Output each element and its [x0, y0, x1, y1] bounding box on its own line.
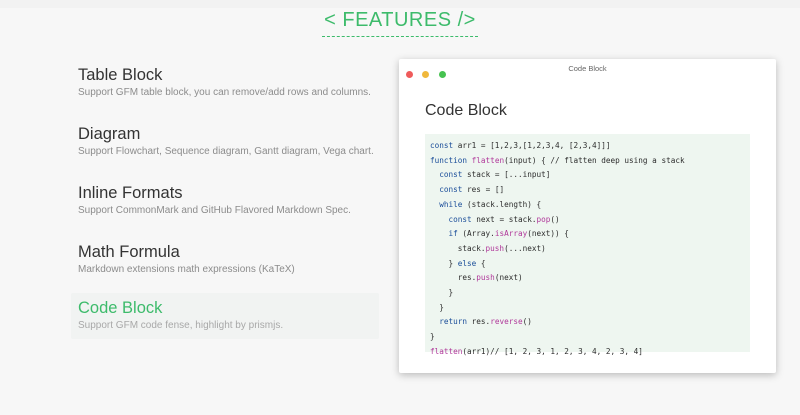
preview-window: Code Block Code Block const arr1 = [1,2,…	[399, 59, 776, 373]
feature-description: Support GFM code fense, highlight by pri…	[78, 320, 284, 331]
feature-item-diagram[interactable]: Diagram Support Flowchart, Sequence diag…	[71, 119, 379, 165]
feature-title: Code Block	[78, 299, 163, 317]
feature-title: Inline Formats	[78, 184, 183, 202]
code-line: }	[430, 332, 435, 342]
code-line: function flatten(input) { // flatten dee…	[430, 155, 685, 165]
window-titlebar: Code Block	[399, 59, 776, 79]
document-heading: Code Block	[425, 102, 507, 119]
feature-description: Support Flowchart, Sequence diagram, Gan…	[78, 146, 374, 157]
code-line: } else {	[430, 258, 486, 268]
code-line: stack.push(...next)	[430, 243, 546, 253]
feature-title: Math Formula	[78, 243, 180, 261]
feature-description: Support CommonMark and GitHub Flavored M…	[78, 205, 351, 216]
feature-title: Table Block	[78, 66, 163, 84]
code-line: if (Array.isArray(next)) {	[448, 229, 569, 239]
code-line: const res = []	[439, 185, 505, 195]
code-block[interactable]: const arr1 = [1,2,3,[1,2,3,4, [2,3,4]]] f…	[425, 134, 750, 356]
feature-item-table-block[interactable]: Table Block Support GFM table block, you…	[71, 60, 379, 106]
feature-description: Support GFM table block, you can remove/…	[78, 87, 371, 98]
features-title: < FEATURES />	[322, 8, 478, 37]
code-line: const arr1 = [1,2,3,[1,2,3,4, [2,3,4]]]	[430, 141, 611, 150]
code-line: res.push(next)	[430, 273, 523, 283]
features-header: < FEATURES />	[0, 8, 800, 37]
code-line: return res.reverse()	[439, 317, 532, 327]
code-line: }	[430, 288, 454, 298]
feature-item-code-block[interactable]: Code Block Support GFM code fense, highl…	[71, 293, 379, 339]
feature-item-math-formula[interactable]: Math Formula Markdown extensions math ex…	[71, 237, 379, 283]
feature-description: Markdown extensions math expressions (Ka…	[78, 264, 295, 275]
code-line: while (stack.length) {	[439, 199, 542, 209]
top-strip	[0, 0, 800, 8]
feature-item-inline-formats[interactable]: Inline Formats Support CommonMark and Gi…	[71, 178, 379, 224]
feature-title: Diagram	[78, 125, 141, 143]
code-line: }	[430, 302, 444, 312]
window-title: Code Block	[568, 64, 607, 73]
code-line: const next = stack.pop()	[448, 214, 560, 224]
code-line: flatten(arr1)// [1, 2, 3, 1, 2, 3, 4, 2,…	[430, 346, 643, 356]
code-line: const stack = [...input]	[439, 170, 551, 180]
